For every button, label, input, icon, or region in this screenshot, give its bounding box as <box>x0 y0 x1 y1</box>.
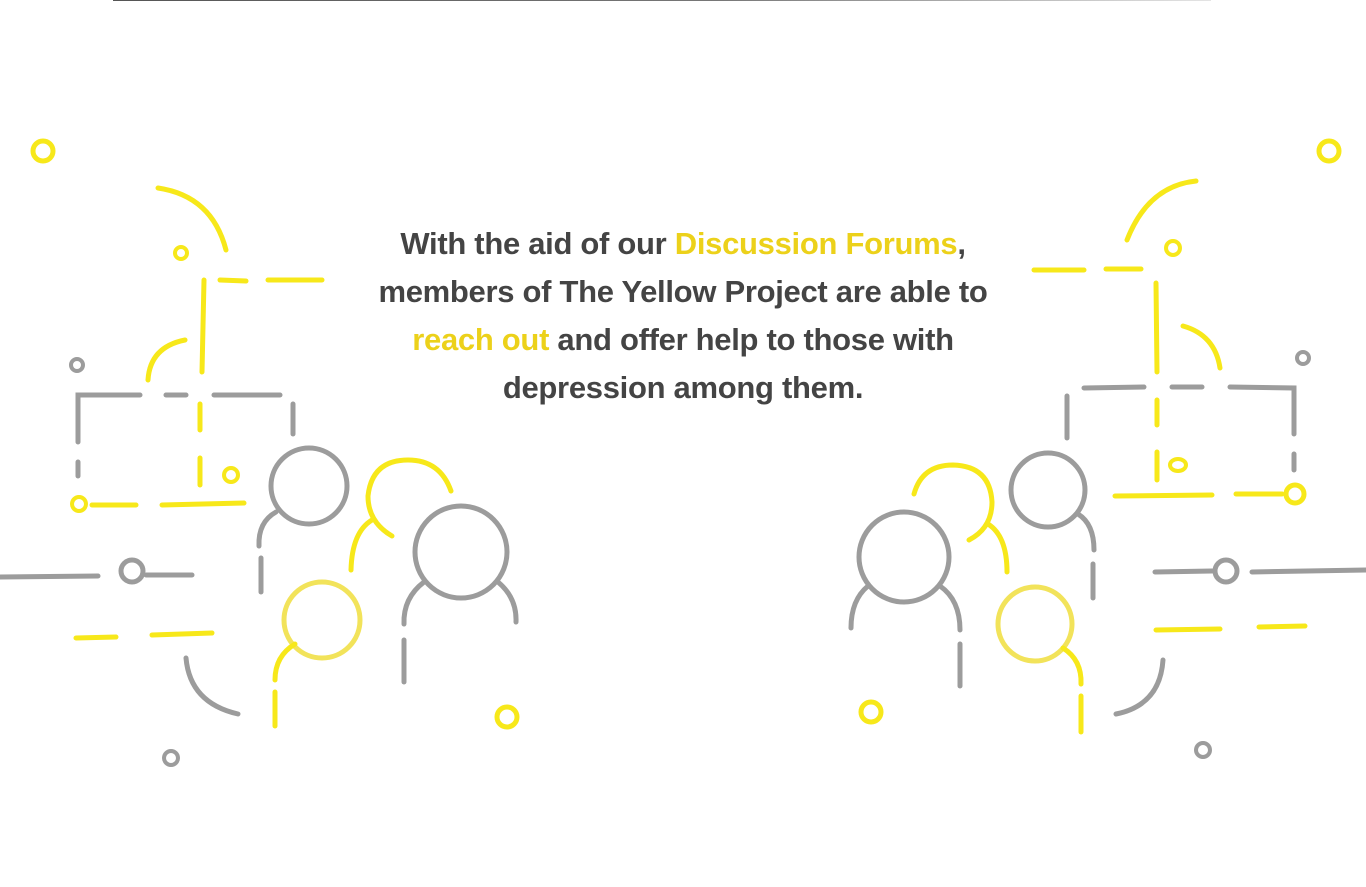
arc-line <box>145 337 188 383</box>
dash-line <box>199 277 207 375</box>
people-network-illustration <box>0 138 1366 767</box>
dot-icon <box>1194 741 1212 759</box>
person-head-icon <box>1008 450 1088 530</box>
dot-icon <box>1212 557 1240 585</box>
dot-icon <box>118 557 146 585</box>
dash-line <box>1153 626 1223 633</box>
dash-line <box>73 634 119 641</box>
message-line-1: With the aid of our Discussion Forums, <box>283 220 1083 268</box>
person-body-icon <box>848 583 871 631</box>
person-body-icon <box>256 509 279 549</box>
frame-line <box>75 392 143 445</box>
frame-line <box>1081 384 1147 391</box>
ring-icon <box>1168 457 1188 473</box>
arc-line <box>155 185 229 253</box>
person-body-icon <box>401 579 427 627</box>
message-text: and offer help to those with <box>549 322 954 357</box>
arc-line <box>183 655 241 717</box>
ring-icon <box>173 245 189 261</box>
dash-line <box>1112 492 1215 499</box>
dash-line <box>159 500 247 508</box>
person-body-icon <box>985 521 1010 575</box>
person-head-icon <box>365 457 454 539</box>
message-line-3: reach out and offer help to those with <box>283 316 1083 364</box>
ring-icon <box>1283 482 1307 506</box>
ring-icon <box>494 704 520 730</box>
person-body-icon <box>348 517 375 573</box>
person-body-icon <box>1075 511 1097 553</box>
dash-line <box>1153 280 1160 375</box>
person-head-icon <box>856 509 952 605</box>
ring-icon <box>858 699 884 725</box>
dash-line <box>217 277 249 284</box>
person-body-icon <box>1060 645 1084 687</box>
message-line-2: members of The Yellow Project are able t… <box>378 274 988 309</box>
forum-intro-message: With the aid of our Discussion Forums, m… <box>283 220 1083 412</box>
person-body-icon <box>272 641 298 683</box>
message-text: With the aid of our <box>400 226 675 261</box>
person-head-icon <box>911 462 995 543</box>
frame-line <box>1249 567 1366 575</box>
dot-icon <box>162 749 180 767</box>
ring-icon <box>30 138 56 164</box>
person-head-icon <box>412 503 510 601</box>
message-line-4: depression among them. <box>502 370 864 405</box>
frame-line <box>0 573 101 580</box>
person-body-icon <box>495 579 519 625</box>
person-head-icon <box>995 584 1075 664</box>
ring-icon <box>222 466 240 484</box>
ring-icon <box>1316 138 1342 164</box>
message-text: , <box>957 226 966 261</box>
dash-line <box>1256 623 1308 630</box>
dash-line <box>149 630 215 638</box>
dot-icon <box>69 357 85 373</box>
arc-line <box>1124 178 1199 243</box>
discussion-forums-highlight: Discussion Forums <box>674 226 958 261</box>
person-head-icon <box>268 445 350 527</box>
frame-line <box>1152 568 1215 575</box>
ring-icon <box>70 495 88 513</box>
person-body-icon <box>937 583 963 633</box>
frame-line <box>1227 384 1297 437</box>
reach-out-highlight: reach out <box>412 322 550 357</box>
dot-icon <box>1295 350 1311 366</box>
arc-line <box>1180 323 1223 371</box>
ring-icon <box>1164 239 1182 257</box>
arc-line <box>1113 657 1166 717</box>
